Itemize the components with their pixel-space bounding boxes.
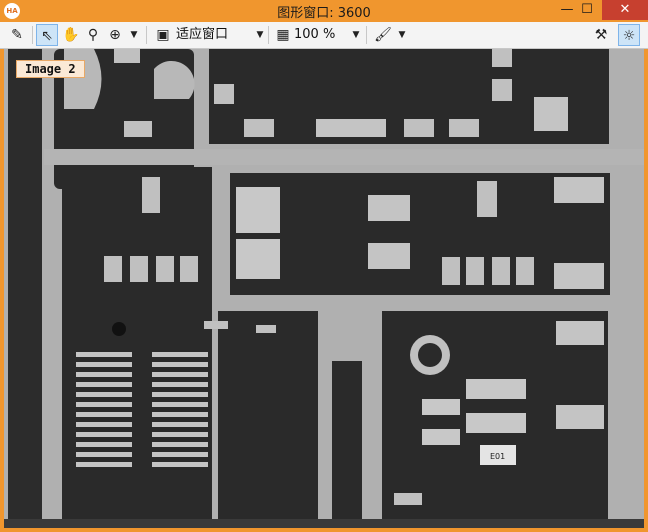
zoom-percent-select[interactable]: 100 % <box>294 24 335 46</box>
toolbar: ✎ ⇖ ✋ ⚲ ⊕ ▼ ▣ 适应窗口 ▼ ▦ 100 % ▼ 🖌 ▼ ⚒ ☼ <box>0 22 648 49</box>
pcb-image: E01 <box>4 49 644 528</box>
toolbar-separator <box>268 26 269 44</box>
close-button[interactable]: ✕ <box>602 0 648 20</box>
inspect-icon[interactable]: ⚒ <box>590 24 612 46</box>
toolbar-separator <box>366 26 367 44</box>
zoom-percent-arrow[interactable]: ▼ <box>350 24 362 46</box>
image-label: Image 2 <box>16 60 85 78</box>
settings-sun-icon[interactable]: ☼ <box>618 24 640 46</box>
zoom-icon[interactable]: ⚲ <box>82 24 104 46</box>
zoom-mode-select[interactable]: 适应窗口 <box>176 24 228 46</box>
maximize-button[interactable]: ☐ <box>572 0 602 20</box>
graphics-window: HA 图形窗口: 3600 — ☐ ✕ ✎ ⇖ ✋ ⚲ ⊕ ▼ ▣ 适应窗口 ▼… <box>0 0 648 532</box>
chip-marking: E01 <box>490 452 505 461</box>
toolbar-separator <box>146 26 147 44</box>
title-bar[interactable]: HA 图形窗口: 3600 — ☐ ✕ <box>0 0 648 22</box>
fit-window-icon[interactable]: ▣ <box>152 24 174 46</box>
color-palette-icon[interactable]: 🖌 <box>372 24 394 46</box>
zoom-in-icon[interactable]: ⊕ <box>104 24 126 46</box>
edit-icon[interactable]: ✎ <box>6 24 28 46</box>
color-dropdown-arrow[interactable]: ▼ <box>396 24 408 46</box>
zoom-mode-arrow[interactable]: ▼ <box>254 24 266 46</box>
toolbar-separator <box>32 26 33 44</box>
zoom-percent-icon[interactable]: ▦ <box>272 24 294 46</box>
hand-icon[interactable]: ✋ <box>60 24 82 46</box>
pointer-icon[interactable]: ⇖ <box>36 24 58 46</box>
window-title: 图形窗口: 3600 <box>277 6 371 21</box>
image-viewer[interactable]: E01 Image 2 <box>4 49 644 528</box>
zoom-dropdown-arrow[interactable]: ▼ <box>128 24 140 46</box>
